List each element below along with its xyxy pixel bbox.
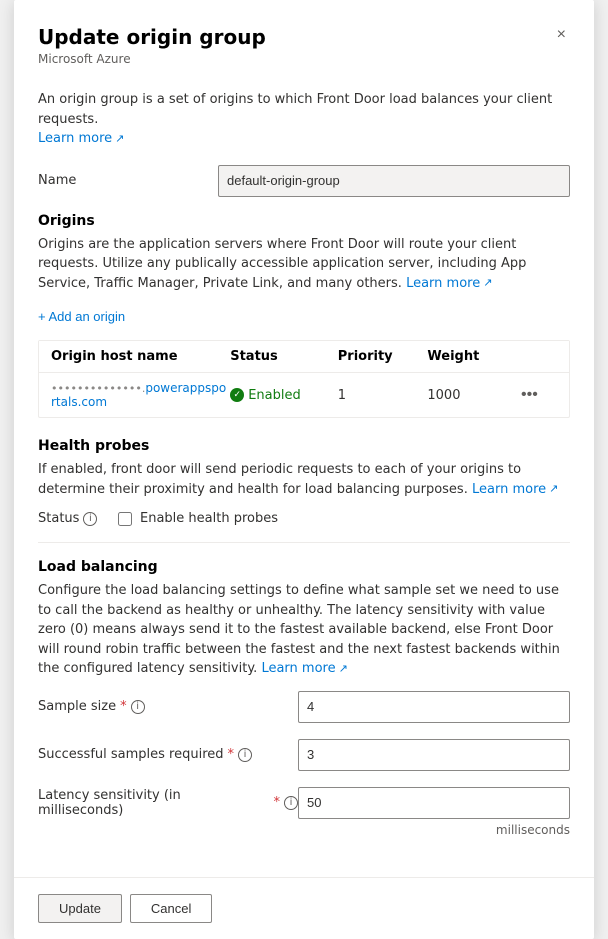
load-balancing-title: Load balancing: [38, 559, 570, 575]
intro-description: An origin group is a set of origins to w…: [38, 78, 570, 165]
health-probes-external-icon: ↗: [549, 481, 558, 498]
load-balancing-external-icon: ↗: [339, 661, 348, 678]
health-probes-learn-more-link[interactable]: Learn more ↗: [472, 480, 558, 500]
update-button[interactable]: Update: [38, 894, 122, 923]
cancel-button[interactable]: Cancel: [130, 894, 212, 923]
header-text: Update origin group Microsoft Azure: [38, 24, 266, 66]
panel-subtitle: Microsoft Azure: [38, 52, 266, 66]
status-label-text: Enabled: [248, 388, 301, 403]
load-balancing-section: Load balancing Configure the load balanc…: [38, 559, 570, 837]
sample-size-field: Sample size * i: [38, 691, 570, 723]
add-origin-button[interactable]: + Add an origin: [38, 305, 125, 328]
col-header-weight: Weight: [427, 349, 517, 364]
update-origin-group-panel: Update origin group Microsoft Azure × An…: [14, 0, 594, 939]
external-link-icon: ↗: [115, 131, 124, 148]
origin-weight: 1000: [427, 388, 517, 403]
latency-sensitivity-info-icon[interactable]: i: [284, 796, 298, 810]
health-probes-section: Health probes If enabled, front door wil…: [38, 438, 570, 526]
sample-size-required: *: [120, 699, 127, 714]
origins-learn-more-link[interactable]: Learn more ↗: [406, 274, 492, 294]
enable-health-probes-label: Enable health probes: [140, 511, 278, 526]
name-input[interactable]: [218, 165, 570, 197]
sample-size-input[interactable]: [298, 691, 570, 723]
panel-header: Update origin group Microsoft Azure ×: [14, 0, 594, 78]
load-balancing-learn-more-link[interactable]: Learn more ↗: [261, 659, 347, 679]
status-info-icon[interactable]: i: [83, 512, 97, 526]
latency-sensitivity-field: Latency sensitivity (in milliseconds) * …: [38, 787, 570, 837]
col-header-priority: Priority: [338, 349, 428, 364]
more-actions-button[interactable]: •••: [517, 384, 542, 406]
health-probes-status-label: Status i: [38, 511, 98, 526]
latency-sensitivity-input[interactable]: [298, 787, 570, 819]
origin-priority: 1: [338, 388, 428, 403]
enable-health-probes-checkbox[interactable]: [118, 512, 132, 526]
successful-samples-required: *: [228, 747, 235, 762]
origins-external-icon: ↗: [483, 275, 492, 292]
name-label: Name: [38, 173, 218, 188]
panel-title: Update origin group: [38, 24, 266, 50]
health-probes-description: If enabled, front door will send periodi…: [38, 460, 570, 499]
table-header: Origin host name Status Priority Weight: [39, 341, 569, 373]
panel-body: An origin group is a set of origins to w…: [14, 78, 594, 877]
successful-samples-field: Successful samples required * i: [38, 739, 570, 771]
intro-learn-more-label: Learn more: [38, 129, 112, 149]
col-header-status: Status: [230, 349, 338, 364]
sample-size-info-icon[interactable]: i: [131, 700, 145, 714]
health-probes-status-row: Status i Enable health probes: [38, 511, 570, 526]
intro-learn-more-link[interactable]: Learn more ↗: [38, 129, 124, 149]
load-balancing-learn-more-label: Learn more: [261, 659, 335, 679]
section-divider: [38, 542, 570, 543]
health-probes-desc-text: If enabled, front door will send periodi…: [38, 462, 521, 497]
load-balancing-description: Configure the load balancing settings to…: [38, 581, 570, 679]
table-row: ••••••••••••••.powerappsportals.com Enab…: [39, 373, 569, 417]
health-probes-title: Health probes: [38, 438, 570, 454]
origins-table: Origin host name Status Priority Weight …: [38, 340, 570, 418]
successful-samples-info-icon[interactable]: i: [238, 748, 252, 762]
status-text: Status: [38, 511, 79, 526]
origins-section: Origins Origins are the application serv…: [38, 213, 570, 419]
milliseconds-label: milliseconds: [38, 823, 570, 837]
origin-status: Enabled: [230, 388, 338, 403]
origin-host-name[interactable]: ••••••••••••••.powerappsportals.com: [51, 381, 230, 409]
health-probes-learn-more-label: Learn more: [472, 480, 546, 500]
add-origin-label: + Add an origin: [38, 309, 125, 324]
panel-footer: Update Cancel: [14, 877, 594, 939]
status-dot-icon: [230, 388, 244, 402]
latency-sensitivity-required: *: [274, 795, 281, 810]
successful-samples-input[interactable]: [298, 739, 570, 771]
origins-learn-more-label: Learn more: [406, 274, 480, 294]
origins-title: Origins: [38, 213, 570, 229]
origin-actions: •••: [517, 384, 557, 406]
enable-health-probes-checkbox-row: Enable health probes: [118, 511, 278, 526]
sample-size-label: Sample size * i: [38, 699, 298, 714]
origins-description: Origins are the application servers wher…: [38, 235, 570, 294]
intro-text: An origin group is a set of origins to w…: [38, 92, 552, 127]
name-field-row: Name: [38, 165, 570, 197]
close-button[interactable]: ×: [553, 22, 570, 48]
host-prefix: ••••••••••••••.: [51, 382, 145, 395]
col-header-actions: [517, 349, 557, 364]
col-header-host: Origin host name: [51, 349, 230, 364]
latency-sensitivity-label: Latency sensitivity (in milliseconds) * …: [38, 788, 298, 818]
successful-samples-label: Successful samples required * i: [38, 747, 298, 762]
